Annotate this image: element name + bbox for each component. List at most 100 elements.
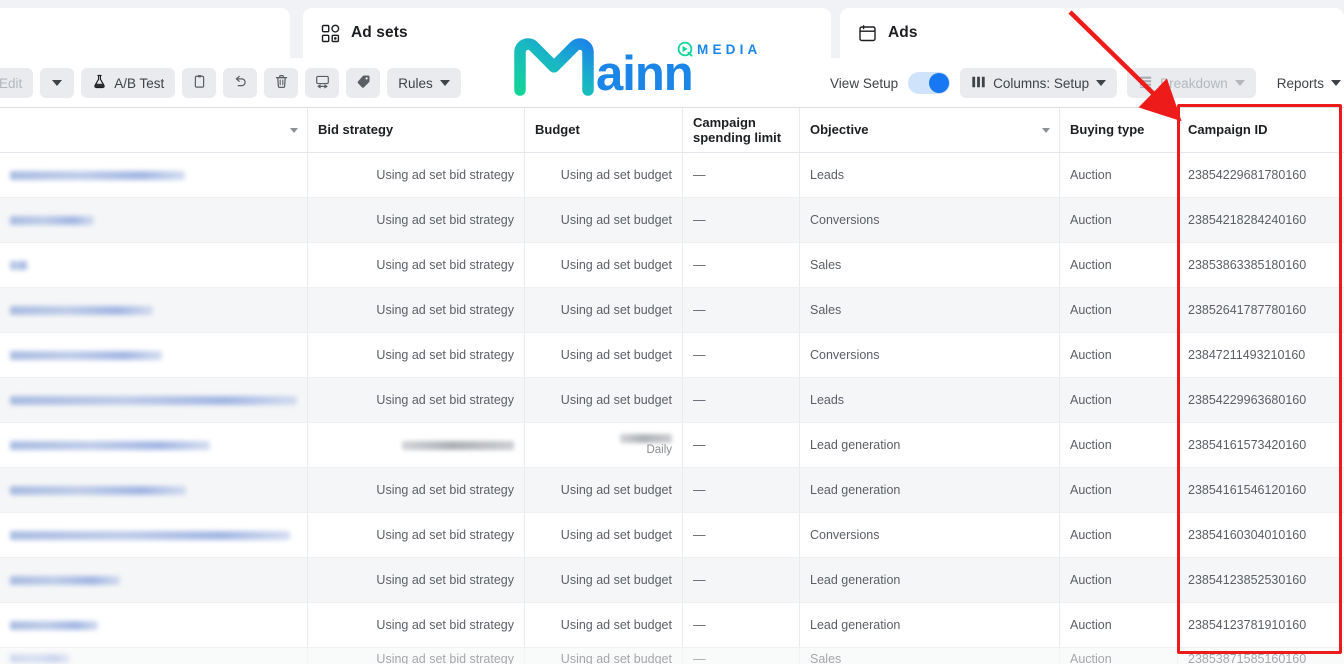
budget-cadence-label: Daily [646, 444, 672, 456]
cell-objective: Conversions [800, 333, 1060, 377]
cell-buying-type: Auction [1060, 153, 1178, 197]
table-row[interactable]: Using ad set bid strategy Using ad set bu… [0, 198, 1344, 243]
cell-campaign-name[interactable] [0, 243, 308, 287]
table-row[interactable]: Using ad set bid strategy Using ad set bu… [0, 333, 1344, 378]
chevron-down-icon [1096, 80, 1107, 86]
view-setup-control[interactable]: View Setup [830, 72, 951, 94]
redacted-campaign-name [10, 440, 210, 450]
cell-bid-strategy: Using ad set bid strategy [308, 243, 525, 287]
redacted-campaign-name [10, 260, 28, 270]
column-header-objective[interactable]: Objective [800, 108, 1060, 152]
cell-campaign-name[interactable] [0, 648, 308, 664]
edit-dropdown-button[interactable] [40, 68, 75, 98]
rules-label: Rules [398, 75, 433, 91]
undo-button[interactable] [223, 68, 258, 98]
cell-bid-strategy: Using ad set bid strategy [308, 558, 525, 602]
cell-buying-type: Auction [1060, 558, 1178, 602]
table-row[interactable]: Using ad set bid strategy Using ad set bu… [0, 558, 1344, 603]
cell-campaign-spending-limit: — [683, 243, 800, 287]
cell-campaign-id: 23854218284240160 [1188, 213, 1307, 227]
edit-button[interactable]: Edit [0, 68, 34, 98]
export-share-icon [315, 74, 330, 92]
cell-campaign-name[interactable] [0, 378, 308, 422]
cell-campaign-name[interactable] [0, 198, 308, 242]
cell-campaign-id: 23854160304010160 [1188, 528, 1307, 542]
cell-buying-type: Auction [1060, 333, 1178, 377]
export-button[interactable] [305, 68, 340, 98]
cell-campaign-name[interactable] [0, 558, 308, 602]
cell-campaign-name[interactable] [0, 153, 308, 197]
cell-campaign-id: 23854123781910160 [1188, 618, 1307, 632]
tab-adsets[interactable]: Ad sets [303, 8, 831, 58]
column-header-campaign-id[interactable]: Campaign ID [1178, 108, 1344, 152]
cell-campaign-spending-limit: — [683, 603, 800, 647]
table-row[interactable]: Using ad set bid strategy Using ad set bu… [0, 513, 1344, 558]
ab-test-label: A/B Test [114, 75, 165, 91]
redacted-budget [620, 434, 672, 443]
reports-button[interactable]: Reports [1266, 68, 1344, 98]
campaigns-table: Bid strategy Budget Campaign spending li… [0, 108, 1344, 664]
table-row[interactable]: Using ad set bid strategy Using ad set bu… [0, 288, 1344, 333]
cell-campaign-name[interactable] [0, 468, 308, 512]
cell-objective: Conversions [800, 513, 1060, 557]
sort-chevron-icon[interactable] [290, 128, 298, 133]
cell-budget: Using ad set budget [525, 648, 683, 664]
column-header-budget[interactable]: Budget [525, 108, 683, 152]
duplicate-button[interactable] [182, 68, 217, 98]
cell-campaign-name[interactable] [0, 513, 308, 557]
cell-campaign-spending-limit: — [683, 333, 800, 377]
view-setup-toggle[interactable] [908, 72, 951, 94]
cell-buying-type: Auction [1060, 603, 1178, 647]
tab-ads[interactable]: Ads [840, 8, 1344, 58]
table-row[interactable]: Using ad set bid strategy Using ad set bu… [0, 378, 1344, 423]
cell-objective: Lead generation [800, 558, 1060, 602]
cell-objective: Leads [800, 378, 1060, 422]
sort-chevron-icon[interactable] [1042, 128, 1050, 133]
cell-campaign-name[interactable] [0, 333, 308, 377]
breakdown-button[interactable]: Breakdown [1127, 68, 1256, 98]
table-row[interactable]: Using ad set bid strategy Using ad set bu… [0, 648, 1344, 664]
column-header-name[interactable] [0, 108, 308, 152]
cell-campaign-spending-limit: — [683, 648, 800, 664]
cell-campaign-name[interactable] [0, 288, 308, 332]
cell-budget: Daily [525, 423, 683, 467]
redacted-bid-strategy [402, 440, 514, 450]
delete-button[interactable] [264, 68, 299, 98]
tab-strip: Ad sets Ads [0, 0, 1344, 58]
cell-bid-strategy: Using ad set bid strategy [308, 378, 525, 422]
view-setup-label: View Setup [830, 75, 899, 91]
cell-buying-type: Auction [1060, 468, 1178, 512]
columns-button[interactable]: Columns: Setup [960, 68, 1118, 98]
cell-objective: Lead generation [800, 468, 1060, 512]
tag-button[interactable] [346, 68, 381, 98]
table-row[interactable]: Daily — Lead generation Auction 238541615734… [0, 423, 1344, 468]
breakdown-layers-icon [1138, 75, 1153, 92]
tab-campaigns[interactable] [0, 8, 290, 58]
chevron-down-icon [1234, 80, 1245, 86]
column-header-campaign-spending-limit[interactable]: Campaign spending limit [683, 108, 800, 152]
cell-budget: Using ad set budget [525, 513, 683, 557]
table-row[interactable]: Using ad set bid strategy Using ad set bu… [0, 603, 1344, 648]
table-row[interactable]: Using ad set bid strategy Using ad set bu… [0, 153, 1344, 198]
cell-budget: Using ad set budget [525, 243, 683, 287]
table-row[interactable]: Using ad set bid strategy Using ad set bu… [0, 243, 1344, 288]
cell-campaign-name[interactable] [0, 603, 308, 647]
ab-test-button[interactable]: A/B Test [81, 68, 176, 98]
column-header-bid-strategy[interactable]: Bid strategy [308, 108, 525, 152]
columns-label: Columns: Setup [993, 75, 1090, 91]
rules-button[interactable]: Rules [387, 68, 461, 98]
tab-adsets-label: Ad sets [351, 24, 408, 41]
trash-icon [274, 74, 289, 92]
chevron-down-icon [439, 80, 450, 86]
cell-bid-strategy: Using ad set bid strategy [308, 153, 525, 197]
cell-objective: Lead generation [800, 423, 1060, 467]
undo-arrow-icon [233, 74, 248, 92]
cell-budget: Using ad set budget [525, 333, 683, 377]
flask-icon [92, 74, 107, 92]
cell-bid-strategy: Using ad set bid strategy [308, 648, 525, 664]
column-header-buying-type[interactable]: Buying type [1060, 108, 1178, 152]
table-row[interactable]: Using ad set bid strategy Using ad set bu… [0, 468, 1344, 513]
adsets-grid-icon [321, 24, 340, 43]
cell-buying-type: Auction [1060, 378, 1178, 422]
cell-campaign-name[interactable] [0, 423, 308, 467]
